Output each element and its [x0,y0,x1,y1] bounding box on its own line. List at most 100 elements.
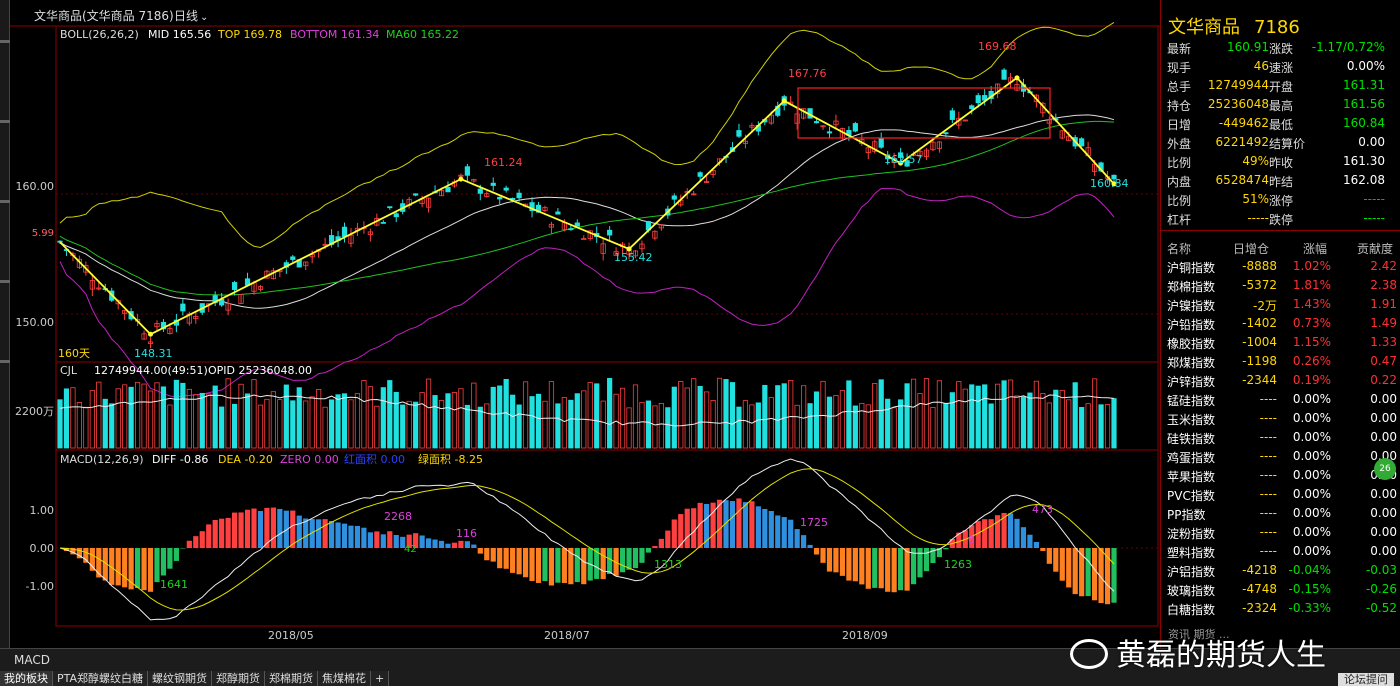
macd-bar [458,540,464,548]
macd-bar [438,540,445,548]
macd-bar [134,548,141,589]
macd-label[interactable]: MACD(12,26,9) [60,453,144,466]
col-name: 名称 [1167,242,1192,256]
anno-low1: 148.31 [134,347,173,360]
time-tick: 2018/09 [842,629,888,642]
index-row[interactable]: 苹果指数 ---- 0.00% 0.00 [1161,466,1400,485]
quote-row: 持仓 25236048 最高 161.56 [1161,95,1400,114]
index-name: 玉米指数 [1167,413,1216,427]
index-daily-oi: -8888 [1242,259,1277,273]
index-contribution: 0.00 [1370,487,1397,501]
sector-tab[interactable]: PTA郑醇螺纹白糖 [53,671,149,686]
macd-zero: ZERO 0.00 [280,453,339,466]
cjl-value: 12749944.00(49:51) [94,364,208,377]
index-row[interactable]: PVC指数 ---- 0.00% 0.00 [1161,485,1400,504]
quote-row: 比例 51% 涨停 ----- [1161,190,1400,209]
macd-bar [555,548,561,583]
index-daily-oi: -4218 [1242,563,1277,577]
index-change: -0.15% [1288,582,1331,596]
index-daily-oi: -1198 [1242,354,1277,368]
index-row[interactable]: 白糖指数 -2324 -0.33% -0.52 [1161,599,1400,618]
volume-bar [813,391,820,449]
side-badge[interactable]: 26 [1374,458,1396,480]
macd-bar [425,538,432,548]
sector-tab[interactable]: 螺纹钢期货 [148,671,213,686]
volume-bar [723,379,729,449]
macd-bar [548,548,555,586]
index-row[interactable]: 沪镍指数 -2万 1.43% 1.91 [1161,295,1400,314]
index-contribution: -0.03 [1365,563,1397,577]
index-row[interactable]: 锰硅指数 ---- 0.00% 0.00 [1161,390,1400,409]
index-name: 硅铁指数 [1167,432,1216,446]
index-row[interactable]: 玻璃指数 -4748 -0.15% -0.26 [1161,580,1400,599]
index-row[interactable]: 橡胶指数 -1004 1.15% 1.33 [1161,333,1400,352]
index-change: 0.00% [1292,525,1331,539]
macd-anno: 1263 [944,558,972,571]
macd-bar [684,508,690,548]
index-change: 1.15% [1292,335,1331,349]
index-row[interactable]: PP指数 ---- 0.00% 0.00 [1161,504,1400,523]
boll-label[interactable]: BOLL(26,26,2) [60,28,139,41]
volume-bar [736,406,742,449]
quote-value: 6528474 [1215,173,1269,187]
index-row[interactable]: 玉米指数 ---- 0.00% 0.00 [1161,409,1400,428]
index-row[interactable]: 郑煤指数 -1198 0.26% 0.47 [1161,352,1400,371]
macd-red-area: 红面积 0.00 [344,453,405,466]
sector-tab[interactable]: + [371,671,390,686]
macd-bar [820,548,826,563]
macd-bar [219,518,225,548]
index-row[interactable]: 沪锌指数 -2344 0.19% 0.22 [1161,371,1400,390]
index-row[interactable]: 鸡蛋指数 ---- 0.00% 0.00 [1161,447,1400,466]
cjl-label[interactable]: CJL [60,364,78,377]
price-tick-150: 150.00 [16,316,55,329]
index-contribution: 1.91 [1370,297,1397,311]
volume-bar [335,394,341,449]
index-name: 郑煤指数 [1167,356,1216,370]
macd-bar [846,548,852,581]
left-toolbar[interactable] [0,0,10,648]
sector-tab[interactable]: 焦煤棉花 [318,671,372,686]
macd-bar [794,529,800,548]
macd-bar [212,519,218,548]
period-select[interactable]: 日线 [174,9,198,23]
volume-bar [1072,382,1078,449]
index-row[interactable]: 淀粉指数 ---- 0.00% 0.00 [1161,523,1400,542]
macd-diff: DIFF -0.86 [152,453,208,466]
macd-bar [529,548,535,581]
index-daily-oi: -1004 [1242,335,1277,349]
period-chevron-icon[interactable]: ⌄ [200,12,208,23]
macd-bar [1066,548,1072,588]
index-contribution: 0.00 [1370,506,1397,520]
index-row[interactable]: 塑料指数 ---- 0.00% 0.00 [1161,542,1400,561]
index-change: 0.00% [1292,449,1331,463]
candle-body [516,192,522,199]
volume-bar [180,382,186,449]
macd-bar [141,548,147,591]
index-contribution: 0.00 [1370,430,1397,444]
volume-bar [109,403,115,449]
sector-tab[interactable]: 郑棉期货 [265,671,319,686]
indicator-tab-macd[interactable]: MACD [14,653,50,667]
index-row[interactable]: 郑棉指数 -5372 1.81% 2.38 [1161,276,1400,295]
index-row[interactable]: 沪铝指数 -4218 -0.04% -0.03 [1161,561,1400,580]
sector-tab[interactable]: 郑醇期货 [212,671,266,686]
index-daily-oi: -5372 [1242,278,1277,292]
sector-tab[interactable]: 我的板块 [0,671,53,686]
forum-button[interactable]: 论坛提问 [1338,673,1394,686]
macd-bar [781,517,787,548]
index-change: 0.73% [1292,316,1331,330]
quote-label: 昨结 [1269,175,1294,189]
volume-bar [755,402,761,449]
index-row[interactable]: 沪铜指数 -8888 1.02% 2.42 [1161,257,1400,276]
volume-bar [1111,398,1117,449]
volume-bar [594,383,600,449]
kline-chart[interactable]: 文华商品(文华商品 7186) 日线 ⌄ BOLL(26,26,2) MID 1… [10,0,1160,648]
index-row[interactable]: 沪铅指数 -1402 0.73% 1.49 [1161,314,1400,333]
quote-label: 现手 [1167,61,1192,75]
macd-bar [1033,542,1040,548]
macd-bar [923,548,930,572]
index-daily-oi: ---- [1259,544,1277,558]
macd-bar [1085,548,1091,597]
candle-body [736,130,742,137]
index-row[interactable]: 硅铁指数 ---- 0.00% 0.00 [1161,428,1400,447]
